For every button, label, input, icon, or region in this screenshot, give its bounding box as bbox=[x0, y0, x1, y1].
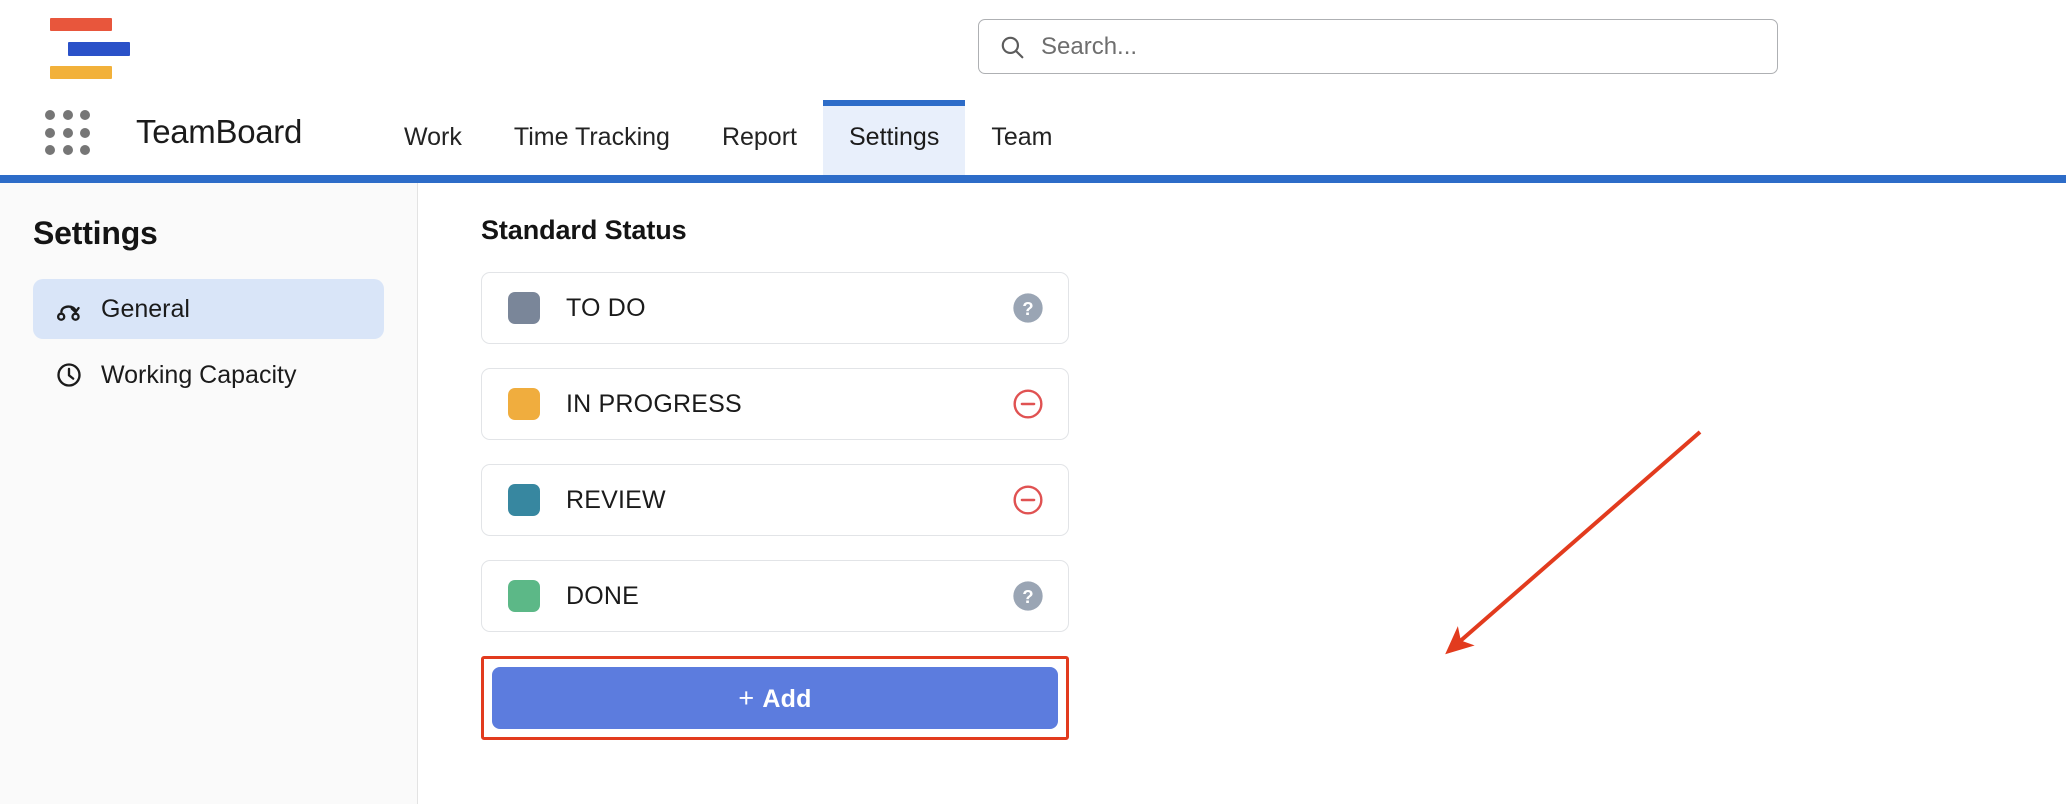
workflow-icon bbox=[55, 295, 83, 323]
logo-bar-yellow bbox=[50, 66, 112, 79]
grid-dot bbox=[63, 128, 73, 138]
teamboard-logo-icon bbox=[48, 18, 134, 74]
sidebar-item-working-capacity-label: Working Capacity bbox=[101, 361, 296, 390]
status-row-in-progress[interactable]: IN PROGRESS bbox=[481, 368, 1069, 440]
add-button-label: Add bbox=[762, 685, 811, 713]
status-label: DONE bbox=[566, 582, 1012, 611]
help-icon[interactable]: ? bbox=[1012, 580, 1044, 612]
search-bar[interactable] bbox=[978, 19, 1778, 74]
header-accent-rule bbox=[0, 175, 2066, 183]
app-header: TeamBoard Work Time Tracking Report Sett… bbox=[0, 0, 2066, 175]
status-color-swatch bbox=[508, 580, 540, 612]
status-row-todo[interactable]: TO DO ? bbox=[481, 272, 1069, 344]
clock-icon bbox=[55, 361, 83, 389]
add-button-highlight: + Add bbox=[481, 656, 1069, 740]
status-color-swatch bbox=[508, 484, 540, 516]
nav-item-work[interactable]: Work bbox=[378, 100, 488, 175]
settings-content: Standard Status TO DO ? IN PROGRESS bbox=[418, 183, 2066, 804]
grid-dot bbox=[80, 145, 90, 155]
logo-bar-red bbox=[50, 18, 112, 31]
svg-text:?: ? bbox=[1022, 298, 1033, 319]
app-grid-icon[interactable] bbox=[45, 110, 91, 156]
status-color-swatch bbox=[508, 292, 540, 324]
status-label: TO DO bbox=[566, 294, 1012, 323]
nav-item-team[interactable]: Team bbox=[965, 100, 1078, 175]
sidebar-item-working-capacity[interactable]: Working Capacity bbox=[33, 345, 384, 405]
grid-dot bbox=[80, 110, 90, 120]
settings-sidebar: Settings General Working Capacity bbox=[0, 183, 418, 804]
logo-bar-blue bbox=[68, 42, 130, 56]
status-row-done[interactable]: DONE ? bbox=[481, 560, 1069, 632]
standard-status-list: TO DO ? IN PROGRESS REVIEW bbox=[481, 272, 1069, 632]
remove-icon[interactable] bbox=[1012, 388, 1044, 420]
status-row-review[interactable]: REVIEW bbox=[481, 464, 1069, 536]
page-title: Standard Status bbox=[481, 215, 2066, 246]
grid-dot bbox=[63, 110, 73, 120]
search-input[interactable] bbox=[1041, 33, 1757, 61]
status-label: IN PROGRESS bbox=[566, 390, 1012, 419]
sidebar-item-general-label: General bbox=[101, 295, 190, 324]
status-label: REVIEW bbox=[566, 486, 1012, 515]
nav-item-settings[interactable]: Settings bbox=[823, 100, 965, 175]
help-icon[interactable]: ? bbox=[1012, 292, 1044, 324]
plus-icon: + bbox=[738, 683, 754, 713]
nav-item-report[interactable]: Report bbox=[696, 100, 823, 175]
nav-item-time-tracking[interactable]: Time Tracking bbox=[488, 100, 696, 175]
grid-dot bbox=[45, 145, 55, 155]
brand-title[interactable]: TeamBoard bbox=[136, 110, 302, 154]
status-color-swatch bbox=[508, 388, 540, 420]
grid-dot bbox=[63, 145, 73, 155]
add-button[interactable]: + Add bbox=[492, 667, 1058, 729]
grid-dot bbox=[45, 110, 55, 120]
remove-icon[interactable] bbox=[1012, 484, 1044, 516]
main-nav: Work Time Tracking Report Settings Team bbox=[378, 100, 1078, 175]
grid-dot bbox=[45, 128, 55, 138]
grid-dot bbox=[80, 128, 90, 138]
page-body: Settings General Working Capacity Standa… bbox=[0, 183, 2066, 804]
search-icon bbox=[999, 34, 1025, 60]
svg-text:?: ? bbox=[1022, 586, 1033, 607]
sidebar-title: Settings bbox=[33, 215, 384, 252]
sidebar-item-general[interactable]: General bbox=[33, 279, 384, 339]
